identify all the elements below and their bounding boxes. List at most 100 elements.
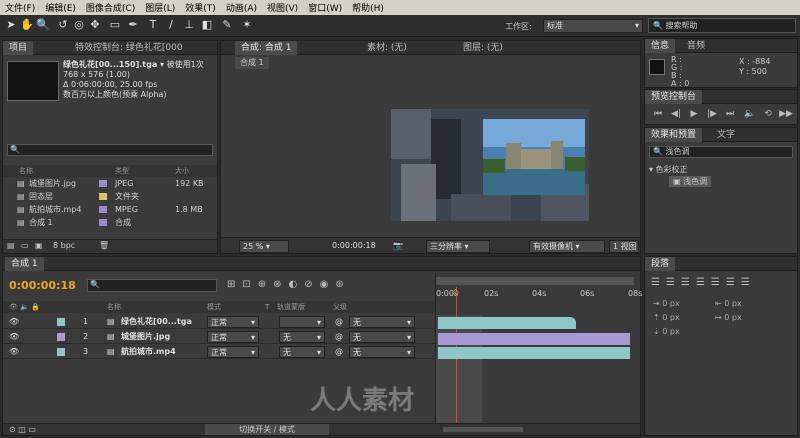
tab-info[interactable]: 信息 <box>645 39 676 53</box>
col-size[interactable]: 大小 <box>175 165 189 177</box>
tab-audio[interactable]: 音频 <box>681 39 711 53</box>
parent-pickwhip-icon[interactable]: @ <box>335 315 343 329</box>
playhead-icon[interactable]: ⬦ <box>452 287 459 298</box>
interpret-footage-icon[interactable]: ▤ <box>7 241 15 250</box>
comp-timecode[interactable]: 0:00:00:18 <box>329 240 389 251</box>
layer2-bar[interactable] <box>438 333 630 345</box>
work-area-bar[interactable] <box>436 277 634 285</box>
tab-composition[interactable]: 合成: 合成 1 <box>235 41 298 55</box>
layer-mode-select[interactable]: 正常 ▾ <box>207 346 259 358</box>
audio-icon[interactable]: 🔈 <box>743 108 757 120</box>
track-matte-select[interactable]: 无 ▾ <box>279 331 325 343</box>
space-before-value[interactable]: 0 px <box>662 313 679 322</box>
menu-4[interactable]: 效果(T) <box>180 1 221 14</box>
pen-tool-icon[interactable]: ✒ <box>126 18 140 32</box>
tab-paragraph[interactable]: 段落 <box>645 257 676 271</box>
time-ruler[interactable]: 0:00s 02s 04s 06s 08s <box>436 287 642 311</box>
layer-row[interactable]: 👁 3 ▤ 航拍城市.mp4 正常 ▾ 无 ▾ @ 无 ▾ <box>3 345 435 359</box>
list-item[interactable]: ▤ 航拍城市.mp4 MPEG 1.8 MB <box>3 204 217 216</box>
roto-brush-tool-icon[interactable]: ✎ <box>220 18 234 32</box>
project-search-input[interactable]: 🔍 <box>7 144 213 156</box>
brush-tool-icon[interactable]: / <box>164 18 178 32</box>
workspace-select[interactable]: 标准 ▾ <box>543 19 643 33</box>
list-item[interactable]: ▤ 城堡图片.jpg JPEG 192 KB <box>3 178 217 190</box>
camera-select[interactable]: 有效摄像机 ▾ <box>529 240 605 253</box>
timeline-graph[interactable]: 0:00s 02s 04s 06s 08s ⬦ <box>435 273 642 423</box>
new-comp-icon[interactable]: ▣ <box>35 241 43 250</box>
layer1-bar[interactable] <box>438 317 576 329</box>
puppet-tool-icon[interactable]: ✶ <box>240 18 254 32</box>
indent-right-value[interactable]: 0 px <box>724 299 741 308</box>
trash-icon[interactable]: 🗑 <box>99 241 109 250</box>
help-search-input[interactable]: 🔍 搜索帮助 <box>648 18 796 33</box>
resolution-select[interactable]: 三分辨率 ▾ <box>426 240 490 253</box>
views-select[interactable]: 1 视图 <box>609 240 639 253</box>
layer-mode-select[interactable]: 正常 ▾ <box>207 316 259 328</box>
timeline-timecode[interactable]: 0:00:00:18 <box>9 279 76 292</box>
camera-tool-icon[interactable]: ◎ <box>72 18 86 32</box>
layer-name[interactable]: 城堡图片.jpg <box>121 330 170 344</box>
tab-character[interactable]: 文字 <box>711 128 741 142</box>
rotate-tool-icon[interactable]: ↺ <box>56 18 70 32</box>
menu-8[interactable]: 帮助(H) <box>347 1 389 14</box>
tab-layer[interactable]: 图层: (无) <box>457 41 509 55</box>
visibility-icon[interactable]: 👁 <box>9 345 19 359</box>
layer-row[interactable]: 👁 1 ▤ 绿色礼花[00...tga 正常 ▾ ▾ @ 无 ▾ <box>3 315 435 329</box>
timeline-search-input[interactable]: 🔍 <box>87 279 217 292</box>
list-item[interactable]: ▤ 固态层 文件夹 <box>3 191 217 203</box>
first-line-value[interactable]: 0 px <box>724 313 741 322</box>
tab-effect-controls[interactable]: 特效控制台: 绿色礼花[000 <box>69 41 189 55</box>
track-matte-select[interactable]: 无 ▾ <box>279 346 325 358</box>
pan-behind-tool-icon[interactable]: ✥ <box>88 18 102 32</box>
visibility-icon[interactable]: 👁 <box>9 330 19 344</box>
rectangle-tool-icon[interactable]: ▭ <box>108 18 122 32</box>
parent-select[interactable]: 无 ▾ <box>349 316 415 328</box>
play-icon[interactable]: ▶ <box>687 108 701 120</box>
selection-tool-icon[interactable]: ➤ <box>4 18 18 32</box>
menu-7[interactable]: 窗口(W) <box>303 1 347 14</box>
comp-viewer[interactable] <box>391 109 589 221</box>
hand-tool-icon[interactable]: ✋ <box>20 18 34 32</box>
align-buttons[interactable]: ☰☰☰☰☰☰☰ <box>651 277 795 291</box>
layer-row[interactable]: 👁 2 ▤ 城堡图片.jpg 正常 ▾ 无 ▾ @ 无 ▾ <box>3 330 435 344</box>
col-track-matte[interactable]: 轨道蒙版 <box>277 301 305 313</box>
effects-item[interactable]: ▣ 浅色调 <box>669 176 712 187</box>
loop-icon[interactable]: ⟲ <box>761 108 775 120</box>
space-after-value[interactable]: 0 px <box>662 327 679 336</box>
col-name[interactable]: 名称 <box>19 165 33 177</box>
toggle-icons[interactable]: ⊙ ◫ ▭ <box>9 425 36 434</box>
zoom-tool-icon[interactable]: 🔍 <box>36 18 50 32</box>
menu-3[interactable]: 图层(L) <box>140 1 180 14</box>
next-frame-icon[interactable]: |▶ <box>705 108 719 120</box>
ram-preview-icon[interactable]: ▶▶ <box>779 108 793 120</box>
eraser-tool-icon[interactable]: ◧ <box>200 18 214 32</box>
layer-mode-select[interactable]: 正常 ▾ <box>207 331 259 343</box>
col-type[interactable]: 类型 <box>115 165 129 177</box>
track-matte-select[interactable]: ▾ <box>279 316 325 328</box>
timeline-switch-icons[interactable]: ⊞⊡⊕⊗◐⊘◉⊛ <box>227 279 427 293</box>
effects-search-input[interactable]: 🔍 浅色调 <box>649 146 793 158</box>
menu-6[interactable]: 视图(V) <box>262 1 303 14</box>
layer-color-chip[interactable] <box>57 333 65 341</box>
indent-left-value[interactable]: 0 px <box>662 299 679 308</box>
layer-color-chip[interactable] <box>57 348 65 356</box>
layer-color-chip[interactable] <box>57 318 65 326</box>
tab-effects-presets[interactable]: 效果和预置 <box>645 128 703 142</box>
parent-select[interactable]: 无 ▾ <box>349 331 415 343</box>
col-mode[interactable]: 模式 <box>207 301 221 313</box>
effects-category[interactable]: ▾ 色彩校正 <box>649 164 688 175</box>
prev-frame-icon[interactable]: ◀| <box>669 108 683 120</box>
zoom-slider[interactable] <box>443 427 523 432</box>
layer3-bar[interactable] <box>438 347 630 359</box>
menu-0[interactable]: 文件(F) <box>0 1 40 14</box>
footage-name[interactable]: 绿色礼花[00...150].tga ▾ <box>63 60 164 69</box>
layer-name[interactable]: 绿色礼花[00...tga <box>121 315 192 329</box>
new-folder-icon[interactable]: ▭ <box>21 241 29 250</box>
parent-pickwhip-icon[interactable]: @ <box>335 345 343 359</box>
visibility-icon[interactable]: 👁 <box>9 315 19 329</box>
last-frame-icon[interactable]: ⏭ <box>723 108 737 120</box>
tab-timeline-comp[interactable]: 合成 1 <box>5 257 44 271</box>
layer-name[interactable]: 航拍城市.mp4 <box>121 345 176 359</box>
menu-2[interactable]: 图像合成(C) <box>81 1 140 14</box>
menu-1[interactable]: 编辑(E) <box>40 1 81 14</box>
